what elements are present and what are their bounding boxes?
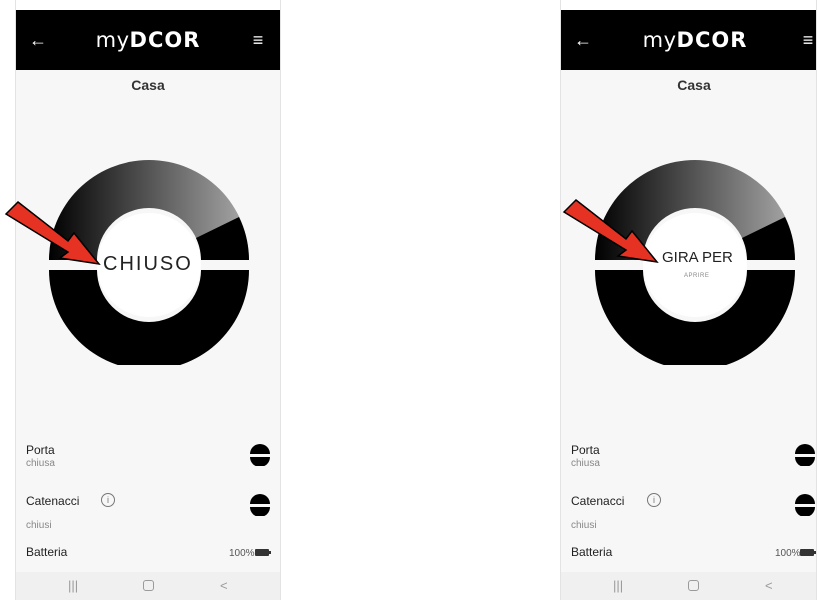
red-arrow-icon (4, 201, 101, 266)
home-button[interactable] (688, 580, 699, 591)
logo-my: my (95, 28, 130, 52)
batteria-label: Batteria (26, 545, 68, 559)
back-arrow-icon[interactable]: ← (571, 28, 595, 52)
half-circle-lock-icon (250, 494, 270, 516)
half-circle-lock-icon (250, 444, 270, 466)
battery-icon (800, 549, 816, 556)
recent-apps-button[interactable]: ||| (613, 578, 623, 594)
lock-state-label: CHIUSO (103, 253, 193, 275)
hamburger-menu-icon[interactable]: ≡ (796, 28, 816, 52)
back-arrow-icon[interactable]: ← (26, 28, 50, 52)
recent-apps-button[interactable]: ||| (68, 578, 78, 594)
phone-screen-turn-to-open: ← myDCOR ≡ Casa GIRA PER APRIRE Porta ch… (560, 0, 817, 600)
battery-value: 100% (229, 548, 255, 559)
red-arrow-icon (562, 199, 659, 264)
porta-status: chiusa (571, 458, 600, 469)
logo-my: my (642, 28, 677, 52)
app-logo: myDCOR (96, 26, 201, 54)
catenacci-status: chiusi (571, 520, 597, 531)
home-button[interactable] (143, 580, 154, 591)
info-icon[interactable]: i (101, 493, 115, 507)
status-bar (16, 0, 280, 10)
catenacci-label: Catenacci (26, 494, 80, 508)
porta-label: Porta (571, 443, 600, 457)
nav-back-button[interactable]: < (765, 578, 773, 594)
nav-back-button[interactable]: < (220, 578, 228, 594)
lock-state-sublabel: APRIRE (684, 273, 710, 279)
half-circle-lock-icon (795, 444, 815, 466)
page-title: Casa (677, 77, 711, 93)
phone-screen-closed: ← myDCOR ≡ Casa CHIUSO Porta chiusa Cate… (15, 0, 281, 600)
android-nav-bar: ||| < (16, 572, 280, 600)
app-bar: ← myDCOR ≡ (561, 10, 816, 70)
app-bar: ← myDCOR ≡ (16, 10, 280, 70)
hamburger-menu-icon[interactable]: ≡ (246, 28, 270, 52)
battery-value: 100% (775, 548, 801, 559)
half-circle-lock-icon (795, 494, 815, 516)
battery-icon (255, 549, 271, 556)
lock-state-label: GIRA PER (662, 249, 733, 266)
porta-status: chiusa (26, 458, 55, 469)
batteria-label: Batteria (571, 545, 613, 559)
info-icon[interactable]: i (647, 493, 661, 507)
logo-door: DCOR (676, 28, 748, 52)
app-logo: myDCOR (643, 26, 748, 54)
porta-label: Porta (26, 443, 55, 457)
status-bar (561, 0, 816, 10)
catenacci-label: Catenacci (571, 494, 625, 508)
logo-door: DCOR (129, 28, 201, 52)
android-nav-bar: ||| < (561, 572, 816, 600)
page-title: Casa (131, 77, 165, 93)
catenacci-status: chiusi (26, 520, 52, 531)
